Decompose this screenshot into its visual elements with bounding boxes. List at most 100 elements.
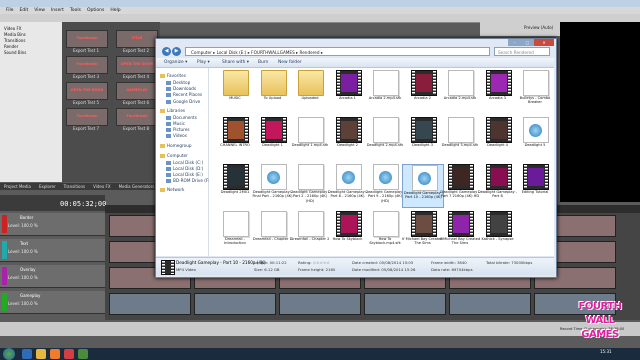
nav-item[interactable]: Computer [160, 153, 188, 158]
file-item[interactable]: Deadlight 1 [252, 117, 294, 161]
play-button[interactable]: Play ▾ [197, 58, 210, 67]
timeline-clip[interactable] [109, 293, 191, 315]
file-item[interactable]: Arcadia 1 [327, 70, 369, 114]
address-bar[interactable]: Computer ▸ Local Disk (E:) ▸ FOURTHWALLG… [185, 47, 490, 56]
burn-button[interactable]: Burn [258, 58, 268, 67]
file-item[interactable]: How To Skyblock.mp4.sfk [364, 211, 406, 255]
close-button[interactable]: ✕ [534, 39, 554, 46]
file-item[interactable]: Deadlight 5 [514, 117, 556, 161]
chrome-icon[interactable] [64, 349, 74, 359]
file-item[interactable]: If Michael Bay Created The Sims [402, 211, 444, 255]
track-header[interactable]: Gameplay Level: 100.0 % [0, 291, 105, 314]
file-item[interactable]: If Michael Bay Created The Sims [439, 211, 481, 255]
nav-item[interactable]: Local Disk (C:) [166, 160, 203, 165]
track-header[interactable]: Border Level: 100.0 % [0, 213, 105, 236]
organize-button[interactable]: Organize ▾ [164, 58, 187, 67]
back-button[interactable]: ◀ [162, 47, 171, 56]
window-tab[interactable]: Explorer [35, 183, 60, 190]
media-thumbnail[interactable]: OPEN THE DOOR [116, 56, 158, 74]
vegas-icon[interactable] [78, 349, 88, 359]
nav-item[interactable]: Recent Places [166, 92, 202, 98]
nav-item[interactable]: Libraries [160, 108, 185, 113]
menu-item[interactable]: Help [110, 7, 120, 14]
search-input[interactable]: Search Rendered [494, 47, 550, 56]
timeline-clip[interactable] [364, 293, 446, 315]
file-item[interactable]: Dreamfall - Introduction [214, 211, 256, 255]
nav-item[interactable]: Desktop [166, 80, 190, 85]
menu-item[interactable]: File [6, 7, 14, 14]
minimize-button[interactable]: – [508, 39, 521, 46]
tree-item[interactable]: Sound Bins [0, 50, 62, 56]
share-with-button[interactable]: Share with ▾ [222, 58, 249, 67]
menu-item[interactable]: Insert [51, 7, 64, 14]
file-item[interactable]: Deadlight Gameplay - Part 7 2160p (4K) H… [439, 164, 481, 208]
ie-icon[interactable] [22, 349, 32, 359]
file-item[interactable]: Deadlight Gameplay - Part 8 [477, 164, 519, 208]
file-item[interactable]: Deadlight Gameplay - Part 9 - 2160p (4K)… [364, 164, 406, 208]
timeline-clip[interactable] [449, 293, 531, 315]
file-item[interactable]: Arcadia 2 [402, 70, 444, 114]
file-item[interactable]: Deadlight 2.mp4.sfk [364, 117, 406, 161]
media-thumbnail[interactable]: Fourthwall [66, 30, 108, 48]
file-item[interactable]: Kathick - Synapse [477, 211, 519, 255]
file-item[interactable]: Editing Tutorial [514, 164, 556, 208]
window-tab[interactable]: Media Generators [115, 183, 159, 190]
timeline-clip[interactable] [279, 293, 361, 315]
nav-item[interactable]: Pictures [166, 127, 190, 133]
file-item[interactable]: Arcadia 2.mp4.sfk [364, 70, 406, 114]
file-item[interactable]: Dreamfall - Chapter 1 [252, 211, 294, 255]
folder-icon[interactable] [36, 349, 46, 359]
file-item[interactable]: Deadlight Gameplay - Final Part - 2160p … [252, 164, 294, 208]
maximize-button[interactable]: □ [521, 39, 534, 46]
media-thumbnail[interactable]: TITLE [116, 30, 158, 48]
file-item[interactable]: How To Skyblock [327, 211, 369, 255]
media-thumbnail[interactable]: Fourthwall [66, 108, 108, 126]
nav-item[interactable]: Documents [166, 115, 197, 120]
nav-item[interactable]: Local Disk (D:) [166, 166, 203, 171]
nav-item[interactable]: Network [160, 187, 184, 193]
file-item[interactable]: Arcadia 2.mp4.sfk [439, 70, 481, 114]
file-item[interactable]: Arcadia 3 [477, 70, 519, 114]
nav-item[interactable]: Music [166, 121, 185, 126]
file-item[interactable]: Deadlight Gameplay - Part 8 - 2160p (4K) [327, 164, 369, 208]
file-item[interactable]: Dreamfall - Chapter 2 [289, 211, 331, 255]
track-header[interactable]: Overlay Level: 100.0 % [0, 265, 105, 288]
nav-item[interactable]: Homegroup [160, 143, 192, 148]
menu-item[interactable]: Edit [20, 7, 29, 14]
menu-item[interactable]: Options [87, 7, 104, 14]
nav-item[interactable]: Videos [166, 133, 187, 139]
timeline-clip[interactable] [194, 293, 276, 315]
nav-item[interactable]: BD-ROM Drive (F:) [166, 178, 211, 184]
file-item[interactable]: Deadlight 1.mp4.sfk [289, 117, 331, 161]
file-item[interactable]: To Upload [252, 70, 294, 114]
start-button[interactable] [3, 348, 15, 360]
menu-item[interactable]: Tools [70, 7, 81, 14]
menu-item[interactable]: View [34, 7, 45, 14]
file-item[interactable]: Deadlight Gameplay - Part 2 - 2160p (4K)… [289, 164, 331, 208]
file-item[interactable]: Deadlight 3 [402, 117, 444, 161]
nav-item[interactable]: Downloads [166, 86, 196, 92]
file-item[interactable]: Deadlight Gameplay - Part 10 - 2160p (4K… [401, 164, 444, 208]
file-item[interactable]: Deadlight 2 [327, 117, 369, 161]
file-item[interactable]: Bulletys - Combo Breaker [514, 70, 556, 114]
nav-item[interactable]: Google Drive [166, 99, 200, 104]
track-header[interactable]: Text Level: 100.0 % [0, 239, 105, 262]
window-tab[interactable]: Video FX [89, 183, 115, 190]
new-folder-button[interactable]: New folder [278, 58, 302, 67]
media-thumbnail[interactable]: Fourthwall [116, 108, 158, 126]
file-item[interactable]: CHANNEL INTRO [214, 117, 256, 161]
window-tab[interactable]: Transitions [60, 183, 89, 190]
media-player-icon[interactable] [50, 349, 60, 359]
file-item[interactable]: Uploaded [289, 70, 331, 114]
media-thumbnail[interactable]: OPEN THE DOOR [66, 82, 108, 100]
window-tab[interactable]: Project Media [0, 183, 35, 190]
nav-item[interactable]: Local Disk (E:) [166, 172, 203, 177]
file-item[interactable]: Deadlight 3.mp4.sfk [439, 117, 481, 161]
forward-button[interactable]: ▶ [172, 47, 181, 56]
nav-item[interactable]: Favorites [160, 73, 186, 78]
media-thumbnail[interactable]: GAMEPLAY [116, 82, 158, 100]
file-item[interactable]: MUSIC [214, 70, 256, 114]
media-thumbnail[interactable]: Fourthwall [66, 56, 108, 74]
file-item[interactable]: Deadlight 2M01 [214, 164, 256, 208]
file-item[interactable]: Deadlight 4 [477, 117, 519, 161]
